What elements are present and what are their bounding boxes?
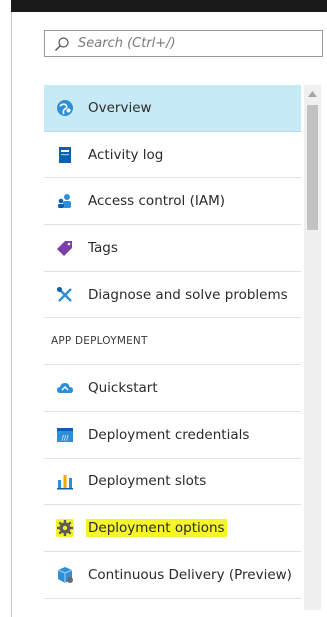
resource-menu: Overview Activity log Access control (IA… (44, 85, 301, 599)
menu-item-continuous-delivery[interactable]: Continuous Delivery (Preview) (44, 552, 301, 599)
access-control-icon (56, 192, 74, 210)
gear-icon (56, 519, 74, 538)
menu-item-label: Diagnose and solve problems (88, 286, 288, 303)
slots-icon (56, 472, 74, 490)
search-box[interactable] (44, 30, 323, 57)
menu-item-label: Activity log (88, 146, 164, 163)
overview-icon (56, 99, 74, 117)
tag-icon (56, 239, 74, 257)
menu-item-quickstart[interactable]: Quickstart (44, 365, 301, 412)
activity-log-icon (56, 146, 74, 164)
continuous-delivery-icon (56, 566, 74, 584)
scrollbar-thumb[interactable] (307, 105, 318, 230)
search-input[interactable] (78, 36, 298, 51)
menu-item-activity-log[interactable]: Activity log (44, 132, 301, 179)
menu-item-label: Continuous Delivery (Preview) (88, 566, 292, 583)
menu-item-deployment-slots[interactable]: Deployment slots (44, 459, 301, 506)
menu-item-diagnose[interactable]: Diagnose and solve problems (44, 272, 301, 319)
menu-item-overview[interactable]: Overview (44, 85, 301, 132)
credentials-icon: /// (56, 426, 74, 444)
menu-item-label: Deployment options (86, 519, 227, 538)
menu-item-label: Deployment slots (88, 473, 207, 490)
cloud-icon (56, 379, 74, 397)
menu-item-access-control[interactable]: Access control (IAM) (44, 178, 301, 226)
window-top-bar (11, 0, 327, 12)
menu-item-tags[interactable]: Tags (44, 225, 301, 272)
menu-item-label: Quickstart (88, 379, 158, 396)
scroll-up-arrow-icon[interactable] (304, 85, 321, 102)
menu-item-deployment-credentials[interactable]: /// Deployment credentials (44, 412, 301, 459)
search-icon (55, 36, 69, 51)
svg-text:///: /// (61, 434, 69, 442)
menu-item-deployment-options[interactable]: Deployment options (44, 505, 301, 552)
menu-item-label: Overview (88, 99, 152, 116)
blade-left-border (11, 12, 12, 617)
menu-item-label: Deployment credentials (88, 426, 250, 443)
menu-item-label: Access control (IAM) (88, 193, 225, 210)
menu-scrollbar[interactable] (304, 85, 321, 610)
wrench-icon (56, 286, 74, 304)
menu-item-label: Tags (88, 239, 118, 256)
section-header-app-deployment: APP DEPLOYMENT (44, 318, 301, 366)
